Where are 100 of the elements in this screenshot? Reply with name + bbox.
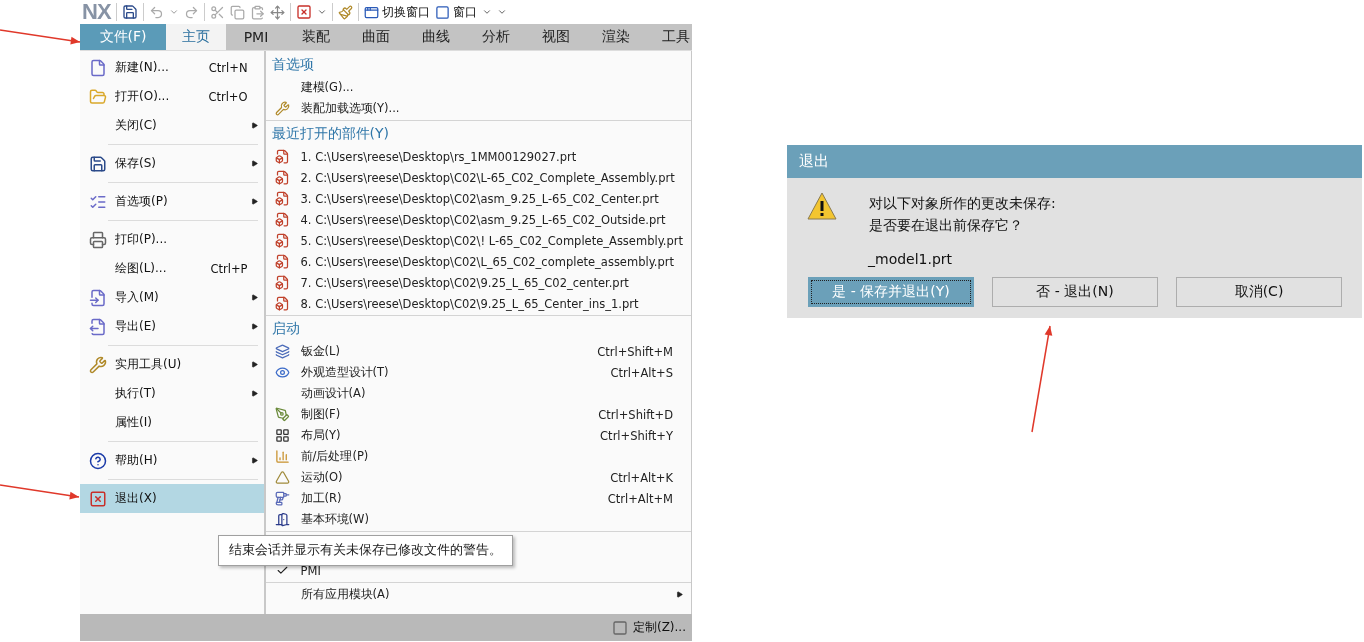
save-icon (88, 154, 107, 173)
window-button[interactable]: 切换窗口 (363, 3, 430, 21)
overflow-icon[interactable] (496, 7, 507, 17)
pen-icon (275, 407, 291, 422)
menu-item[interactable]: 关闭(C) (80, 111, 264, 140)
section-header: 启动 (270, 319, 301, 338)
window-icon (434, 4, 450, 20)
menu-item[interactable]: 前/后处理(P) (265, 446, 691, 467)
move-icon[interactable] (269, 4, 285, 20)
menu-item[interactable]: 实用工具(U) (80, 350, 264, 379)
ribbon-tab[interactable]: 视图 (526, 24, 586, 50)
menu-item[interactable]: 外观造型设计(T) Ctrl+Alt+S (265, 362, 691, 383)
menu-item[interactable]: 6. C:\Users\reese\Desktop\C02\L_65_C02_complete_assembly.prt (265, 251, 691, 272)
part-file-icon (275, 149, 291, 164)
menu-item[interactable]: 导出(E) (80, 312, 264, 341)
copy-icon[interactable] (229, 4, 245, 20)
caret-icon[interactable] (168, 7, 179, 17)
ribbon-tab[interactable]: 渲染 (586, 24, 646, 50)
paste-icon[interactable] (249, 4, 265, 20)
section-header: 首选项 (270, 55, 315, 74)
menu-item[interactable]: 钣金(L) Ctrl+Shift+M (265, 341, 691, 362)
ribbon-tab[interactable]: 曲面 (346, 24, 406, 50)
menu-item[interactable]: 首选项(P) (80, 187, 264, 216)
shortcut-text: Ctrl+N (208, 60, 248, 75)
menu-item[interactable]: 新建(N)... Ctrl+N (80, 53, 264, 82)
file-name: _model1.prt (868, 251, 954, 267)
warning-icon (807, 192, 837, 220)
ribbon-tab[interactable]: 装配 (286, 24, 346, 50)
menu-item[interactable]: 4. C:\Users\reese\Desktop\C02\asm_9.25_L-65_C02_Outside.prt (265, 209, 691, 230)
menu-item[interactable]: 制图(F) Ctrl+Shift+D (265, 404, 691, 425)
ribbon-tab[interactable]: 工具 (646, 24, 706, 50)
ribbon-tab[interactable]: PMI (226, 24, 286, 50)
shortcut-text: Ctrl+Alt+K (610, 470, 673, 485)
caret-icon[interactable] (316, 7, 327, 17)
ribbon-tab[interactable]: 分析 (466, 24, 526, 50)
help-icon (88, 451, 107, 470)
dialog-title: 退出 (787, 145, 1362, 178)
menu-item[interactable]: 动画设计(A) (265, 383, 691, 404)
menu-item[interactable]: 加工(R) Ctrl+Alt+M (265, 488, 691, 509)
window-switch-icon (363, 4, 379, 20)
dialog-button[interactable]: 取消(C) (1176, 277, 1342, 307)
shortcut-text: Ctrl+Alt+M (607, 491, 673, 506)
grid-icon (275, 428, 291, 443)
menu-item[interactable]: 帮助(H) (80, 446, 264, 475)
part-file-icon (275, 296, 291, 311)
menu-item[interactable]: 执行(T) (80, 379, 264, 408)
wrench-icon (275, 101, 291, 116)
app-logo: NX (82, 0, 111, 25)
close-icon (88, 489, 107, 508)
chart-icon (275, 449, 291, 464)
menu-item[interactable]: 3. C:\Users\reese\Desktop\C02\asm_9.25_L-65_C02_Center.prt (265, 188, 691, 209)
menu-item[interactable]: 装配加载选项(Y)... (265, 98, 691, 119)
tooltip: 结束会话并显示有关未保存已修改文件的警告。 (218, 535, 513, 566)
dialog-message: 对以下对象所作的更改未保存: 是否要在退出前保存它？ (869, 194, 1056, 235)
part-file-icon (275, 191, 291, 206)
menu-item[interactable]: 基本环境(W) (265, 509, 691, 530)
close-icon[interactable] (295, 4, 312, 20)
dialog-button[interactable]: 否 - 退出(N) (992, 277, 1158, 307)
eye-icon (275, 365, 291, 380)
redo-icon[interactable] (183, 4, 199, 20)
menu-item[interactable]: 保存(S) (80, 149, 264, 178)
menu-item[interactable]: 导入(M) (80, 283, 264, 312)
import-icon (88, 288, 107, 307)
menu-item[interactable]: 运动(O) Ctrl+Alt+K (265, 467, 691, 488)
shortcut-text: Ctrl+Alt+S (610, 365, 673, 380)
part-file-icon (275, 170, 291, 185)
caret-icon[interactable] (481, 7, 492, 17)
shortcut-text: Ctrl+Shift+Y (600, 428, 673, 443)
section-header: 最近打开的部件(Y) (270, 124, 390, 143)
menu-item[interactable]: 退出(X) (80, 484, 264, 513)
shortcut-text: Ctrl+Shift+M (597, 344, 673, 359)
save-icon[interactable] (121, 4, 138, 20)
menu-item[interactable]: 布局(Y) Ctrl+Shift+Y (265, 425, 691, 446)
menu-item[interactable]: 7. C:\Users\reese\Desktop\C02\9.25_L_65_C02_center.prt (265, 272, 691, 293)
menu-item[interactable]: 绘图(L)... Ctrl+P (80, 254, 264, 283)
menu-item[interactable]: 8. C:\Users\reese\Desktop\C02\9.25_L_65_Center_ins_1.prt (265, 293, 691, 314)
menu-item[interactable]: 打开(O)... Ctrl+O (80, 82, 264, 111)
printer-icon (88, 230, 107, 249)
window-button[interactable]: 窗口 (434, 3, 477, 21)
part-file-icon (275, 254, 291, 269)
menu-item[interactable]: 5. C:\Users\reese\Desktop\C02\! L-65_C02_Complete_Assembly.prt (265, 230, 691, 251)
menu-item[interactable]: 属性(I) (80, 408, 264, 437)
menu-item[interactable]: 建模(G)... (265, 77, 691, 98)
menu-item[interactable]: 1. C:\Users\reese\Desktop\rs_1MM00129027.prt (265, 146, 691, 167)
cut-icon[interactable] (209, 4, 225, 20)
menu-item[interactable]: 所有应用模块(A) (265, 584, 691, 605)
part-file-icon (275, 212, 291, 227)
tools-icon (88, 355, 107, 374)
brush-icon[interactable] (337, 4, 353, 20)
door-icon (275, 512, 291, 527)
document-icon (88, 58, 107, 77)
menu-item[interactable]: 打印(P)... (80, 225, 264, 254)
customize-button[interactable]: 定制(Z)... (609, 617, 688, 638)
shortcut-text: Ctrl+O (208, 89, 248, 104)
ribbon-tab[interactable]: 曲线 (406, 24, 466, 50)
drill-icon (275, 491, 291, 506)
part-file-icon (275, 275, 291, 290)
menu-item[interactable]: 2. C:\Users\reese\Desktop\C02\L-65_C02_Complete_Assembly.prt (265, 167, 691, 188)
undo-icon[interactable] (148, 4, 164, 20)
ribbon-tab[interactable]: 主页 (166, 24, 226, 50)
